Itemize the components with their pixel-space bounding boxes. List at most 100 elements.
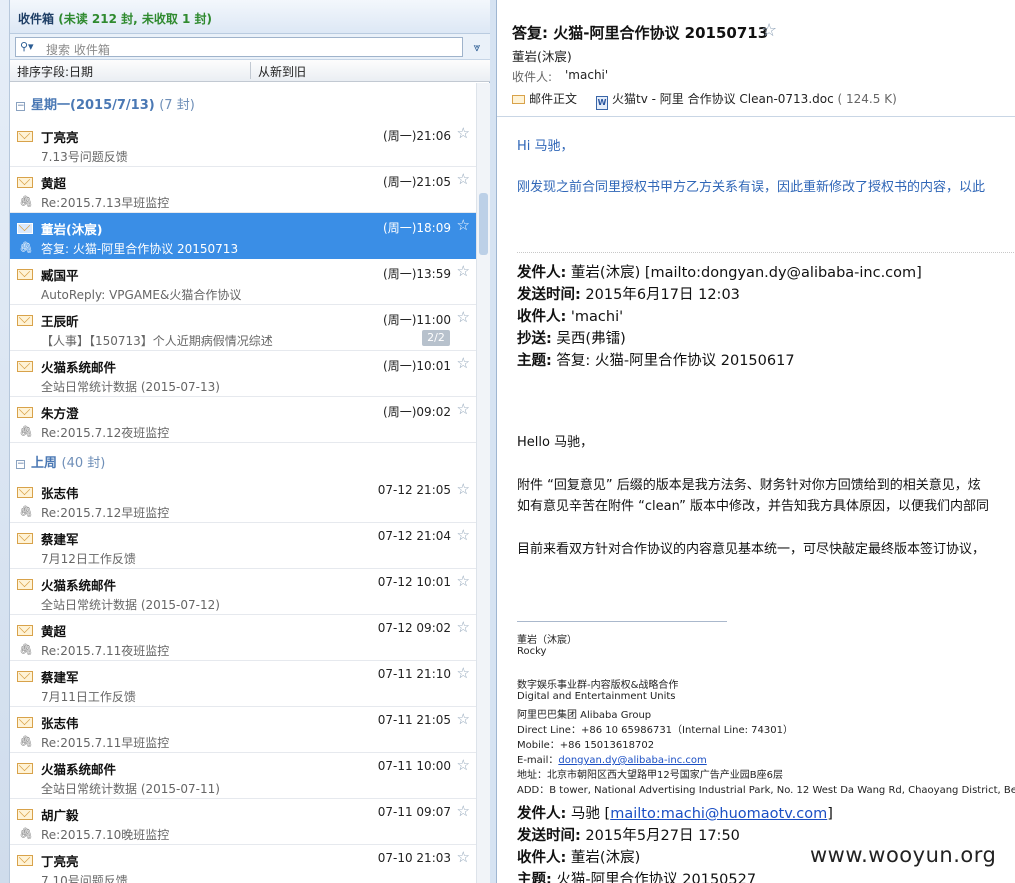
mail-list-item[interactable]: 火猫系统邮件 全站日常统计数据 (2015-07-12) 07-12 10:01 ☆	[10, 569, 476, 615]
star-icon[interactable]: ☆	[457, 664, 470, 682]
mail-list-item[interactable]: 🖇 张志伟 Re:2015.7.12早班监控 07-12 21:05 ☆	[10, 477, 476, 523]
mail-sender: 张志伟	[41, 716, 79, 731]
quoted2-mailto-link[interactable]: mailto:machi@huomaotv.com	[610, 806, 827, 822]
attachment-item[interactable]: W 火猫tv - 阿里 合作协议 Clean-0713.doc ( 124.5 K…	[596, 90, 897, 110]
mail-list-item[interactable]: 🖇 朱方澄 Re:2015.7.12夜班监控 (周一)09:02 ☆	[10, 397, 476, 443]
group-header[interactable]: − 星期一(2015/7/13) (7 封)	[10, 83, 476, 121]
mail-subject: 全站日常统计数据 (2015-07-13)	[41, 380, 220, 394]
signature-email-link[interactable]: dongyan.dy@alibaba-inc.com	[558, 755, 706, 766]
star-icon[interactable]: ☆	[457, 526, 470, 544]
folder-pane-collapsed-strip[interactable]	[0, 0, 10, 883]
mail-list-item[interactable]: 🖇 张志伟 Re:2015.7.11早班监控 07-11 21:05 ☆	[10, 707, 476, 753]
intro-line: 刚发现之前合同里授权书甲方乙方关系有误，因此重新修改了授权书的内容，以此	[517, 180, 986, 195]
mail-sender: 火猫系统邮件	[41, 360, 117, 375]
sort-field-button[interactable]: 排序字段:日期	[17, 63, 93, 80]
mail-time: 07-12 21:04	[377, 529, 451, 543]
body-paragraph-3: 目前来看双方针对合作协议的内容意见基本统一，可尽快敲定最终版本签订协议，	[517, 542, 986, 557]
message-recipient[interactable]: 'machi'	[565, 68, 608, 82]
mail-list-scrollbar[interactable]	[476, 83, 490, 883]
quote-divider	[517, 252, 1015, 253]
star-icon[interactable]: ☆	[457, 618, 470, 636]
mail-time: (周一)13:59	[383, 267, 451, 281]
mail-client-window: 收件箱 (未读 212 封, 未收取 1 封) ⚲▾ 搜索 收件箱 ⩔ 排序字段…	[0, 0, 1015, 883]
quoted2-sent: 发送时间: 2015年5月27日 17:50	[517, 828, 740, 844]
mail-subject: 7.13号问题反馈	[41, 150, 128, 164]
mail-subject: 答复: 火猫-阿里合作协议 20150713	[41, 242, 239, 256]
star-icon[interactable]: ☆	[457, 262, 470, 280]
mail-list-item[interactable]: 🖇 董岩(沐宸) 答复: 火猫-阿里合作协议 20150713 (周一)18:09 ☆	[10, 213, 476, 259]
star-icon[interactable]: ☆	[457, 710, 470, 728]
mail-time: 07-12 10:01	[377, 575, 451, 589]
mail-list-item[interactable]: 蔡建军 7月11日工作反馈 07-11 21:10 ☆	[10, 661, 476, 707]
envelope-icon	[17, 855, 33, 866]
mail-list-item[interactable]: 丁亮亮 7.10号问题反馈 07-10 21:03 ☆	[10, 845, 476, 883]
mail-list-item[interactable]: 臧国平 AutoReply: VPGAME&火猫合作协议 (周一)13:59 ☆	[10, 259, 476, 305]
mail-sender: 董岩(沐宸)	[41, 222, 103, 237]
star-icon[interactable]: ☆	[457, 124, 470, 142]
star-icon[interactable]: ☆	[761, 20, 777, 41]
envelope-icon	[17, 177, 33, 188]
envelope-icon	[17, 763, 33, 774]
mail-list-item[interactable]: 🖇 胡广毅 Re:2015.7.10晚班监控 07-11 09:07 ☆	[10, 799, 476, 845]
mail-sender: 王辰昕	[41, 314, 79, 329]
star-icon[interactable]: ☆	[457, 308, 470, 326]
thread-count-badge: 2/2	[422, 330, 450, 346]
word-doc-icon: W	[596, 96, 608, 110]
star-icon[interactable]: ☆	[457, 354, 470, 372]
mail-subject: 7.10号问题反馈	[41, 874, 128, 883]
star-icon[interactable]: ☆	[457, 848, 470, 866]
recipient-label: 收件人:	[512, 70, 553, 84]
mail-sender: 蔡建军	[41, 532, 79, 547]
collapse-icon[interactable]: −	[16, 460, 25, 469]
tab-message-body[interactable]: 邮件正文	[512, 90, 577, 107]
body-paragraph-1: 附件 “回复意见” 后缀的版本是我方法务、财务针对你方回馈给到的相关意见，炫	[517, 478, 981, 493]
scrollbar-thumb[interactable]	[479, 193, 488, 255]
collapse-icon[interactable]: −	[16, 102, 25, 111]
mail-list-item[interactable]: 🖇 黄超 Re:2015.7.13早班监控 (周一)21:05 ☆	[10, 167, 476, 213]
mail-subject: Re:2015.7.11早班监控	[41, 736, 170, 750]
star-icon[interactable]: ☆	[457, 802, 470, 820]
mail-list-item[interactable]: 🖇 黄超 Re:2015.7.11夜班监控 07-12 09:02 ☆	[10, 615, 476, 661]
star-icon[interactable]: ☆	[457, 756, 470, 774]
envelope-icon	[17, 717, 33, 728]
mail-sender: 张志伟	[41, 486, 79, 501]
star-icon[interactable]: ☆	[457, 216, 470, 234]
signature-line: Rocky	[517, 646, 547, 657]
expand-search-icon[interactable]: ⩔	[469, 39, 485, 55]
mail-list-item[interactable]: 蔡建军 7月12日工作反馈 07-12 21:04 ☆	[10, 523, 476, 569]
mail-list-item[interactable]: 王辰昕 【人事】【150713】个人近期病假情况综述 (周一)11:00 ☆ 2/2	[10, 305, 476, 351]
signature-line: 董岩（沐宸）	[517, 635, 577, 646]
watermark-text: www.wooyun.org	[810, 843, 997, 867]
star-icon[interactable]: ☆	[457, 572, 470, 590]
paperclip-icon: 🖇	[19, 735, 33, 748]
star-icon[interactable]: ☆	[457, 170, 470, 188]
mail-sender: 丁亮亮	[41, 130, 79, 145]
signature-address-cn: 地址：北京市朝阳区西大望路甲12号国家广告产业园B座6层	[517, 770, 783, 781]
mail-list-item[interactable]: 火猫系统邮件 全站日常统计数据 (2015-07-13) (周一)10:01 ☆	[10, 351, 476, 397]
paperclip-icon: 🖇	[19, 425, 33, 438]
search-icon[interactable]: ⚲▾	[20, 40, 42, 54]
quoted1-sent: 发送时间: 2015年6月17日 12:03	[517, 287, 740, 303]
sort-order-button[interactable]: 从新到旧	[258, 63, 306, 80]
paperclip-icon: 🖇	[19, 241, 33, 254]
mail-subject: 全站日常统计数据 (2015-07-11)	[41, 782, 220, 796]
sort-divider	[250, 62, 251, 79]
star-icon[interactable]: ☆	[457, 400, 470, 418]
folder-header: 收件箱 (未读 212 封, 未收取 1 封)	[10, 0, 490, 34]
mail-list-item[interactable]: 火猫系统邮件 全站日常统计数据 (2015-07-11) 07-11 10:00 ☆	[10, 753, 476, 799]
star-icon[interactable]: ☆	[457, 480, 470, 498]
search-input[interactable]: ⚲▾ 搜索 收件箱	[15, 37, 463, 57]
mail-time: 07-12 21:05	[377, 483, 451, 497]
mail-list-pane: 收件箱 (未读 212 封, 未收取 1 封) ⚲▾ 搜索 收件箱 ⩔ 排序字段…	[0, 0, 490, 883]
group-header[interactable]: − 上周 (40 封)	[10, 443, 476, 477]
mail-sender: 火猫系统邮件	[41, 762, 117, 777]
signature-line: Mobile：+86 15013618702	[517, 740, 655, 751]
unreceived-count: 未收取 1 封)	[141, 12, 213, 26]
message-sender[interactable]: 董岩(沐宸)	[512, 46, 572, 65]
quoted2-from: 发件人: 马驰 [mailto:machi@huomaotv.com]	[517, 806, 833, 822]
envelope-icon	[17, 315, 33, 326]
message-header: 答复: 火猫-阿里合作协议 20150713 ☆ 董岩(沐宸) 收件人: 'ma…	[497, 0, 1015, 117]
quoted1-from: 发件人: 董岩(沐宸) [mailto:dongyan.dy@alibaba-i…	[517, 265, 922, 281]
envelope-icon	[17, 487, 33, 498]
mail-list-item[interactable]: 丁亮亮 7.13号问题反馈 (周一)21:06 ☆	[10, 121, 476, 167]
